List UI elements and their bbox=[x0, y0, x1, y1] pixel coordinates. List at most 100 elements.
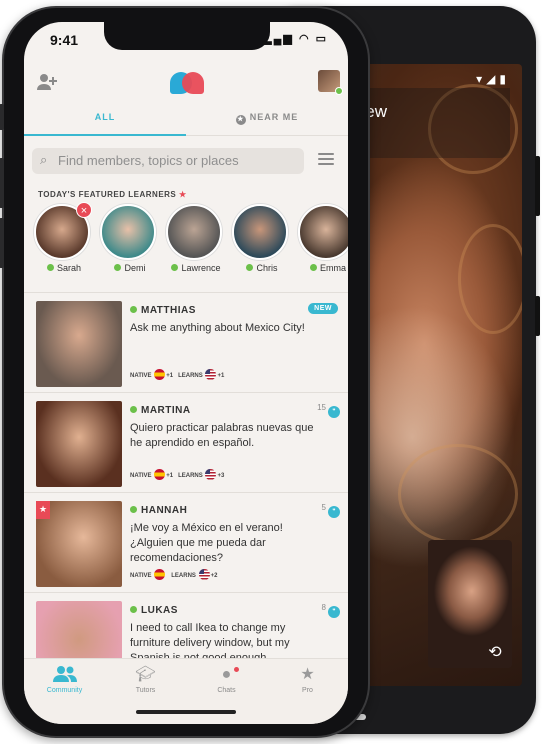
member-name: LUKAS bbox=[141, 605, 178, 616]
featured-title-text: TODAY'S FEATURED LEARNERS bbox=[38, 190, 177, 199]
switch-camera-icon[interactable]: ⟲ bbox=[484, 644, 506, 662]
graduation-cap-icon: 🎓︎ bbox=[135, 666, 156, 683]
app-logo bbox=[170, 70, 204, 96]
featured-learners-title: TODAY'S FEATURED LEARNERS ★ bbox=[38, 190, 187, 199]
learner-name: Chris bbox=[256, 263, 278, 273]
member-message: Ask me anything about Mexico City! bbox=[130, 322, 305, 334]
avatar[interactable] bbox=[166, 204, 222, 260]
community-icon bbox=[24, 665, 105, 685]
home-indicator[interactable] bbox=[136, 710, 236, 714]
comment-bubble-icon: ❞ bbox=[328, 406, 340, 418]
featured-learner[interactable]: Demi bbox=[100, 204, 160, 273]
member-message: Quiero practicar palabras nuevas que he … bbox=[130, 422, 314, 449]
android-volume-button bbox=[535, 156, 540, 216]
native-extra: +1 bbox=[166, 373, 174, 379]
new-badge: NEW bbox=[308, 303, 338, 314]
notch bbox=[104, 22, 270, 50]
tab-near-me[interactable]: ★ NEAR ME bbox=[186, 106, 348, 136]
iphone-frame: 9:41 ▂▄▆ ◠ ▭ ALL ★ NEAR ME ⌕ Find members… bbox=[0, 6, 370, 738]
learner-name: Lawrence bbox=[181, 263, 221, 273]
avatar[interactable] bbox=[232, 204, 288, 260]
learner-name: Demi bbox=[124, 263, 146, 273]
remove-icon[interactable]: × bbox=[76, 202, 92, 218]
volume-up-button bbox=[0, 158, 4, 208]
member-name: HANNAH bbox=[141, 505, 188, 516]
avatar[interactable] bbox=[298, 204, 348, 260]
comment-bubble-icon: ❞ bbox=[328, 606, 340, 618]
tab-label: Community bbox=[46, 687, 83, 694]
learns-extra: +3 bbox=[217, 473, 225, 479]
learns-extra: +2 bbox=[210, 573, 218, 579]
tab-near-me-label: NEAR ME bbox=[249, 112, 299, 122]
top-bar bbox=[24, 66, 348, 106]
member-photo[interactable] bbox=[36, 401, 122, 487]
add-user-icon[interactable] bbox=[36, 72, 58, 94]
tab-chats[interactable]: ● Chats bbox=[186, 665, 267, 694]
status-icons: ▂▄▆ ◠ ▭ bbox=[263, 33, 328, 45]
member-name: MARTINA bbox=[141, 405, 191, 416]
featured-learner[interactable]: Chris bbox=[232, 204, 292, 273]
comment-count[interactable]: 15 ❞ bbox=[317, 403, 340, 418]
list-item[interactable]: ★ HANNAH 5 ❞ ¡Me voy a México en el veran… bbox=[24, 492, 348, 592]
comment-count[interactable]: 8 ❞ bbox=[322, 603, 340, 618]
star-icon: ★ bbox=[300, 666, 315, 683]
learns-label: LEARNS bbox=[171, 573, 196, 579]
unread-dot bbox=[234, 667, 239, 672]
status-time: 9:41 bbox=[50, 32, 79, 48]
language-info: NATIVE +1 LEARNS +1 bbox=[130, 369, 224, 380]
search-input[interactable]: Find members, topics or places bbox=[58, 153, 239, 168]
comment-count[interactable]: 5 ❞ bbox=[322, 503, 340, 518]
language-info: NATIVE LEARNS +2 bbox=[130, 569, 217, 580]
native-label: NATIVE bbox=[130, 473, 152, 479]
tab-community[interactable]: Community bbox=[24, 665, 105, 694]
app-showcase: ge is the New ▾◢▮ ⟲ 9:41 ▂▄▆ ◠ ▭ bbox=[0, 0, 542, 744]
comment-count-value: 5 bbox=[321, 503, 326, 512]
member-photo[interactable] bbox=[36, 301, 122, 387]
list-item[interactable]: MARTINA 15 ❞ Quiero practicar palabras nu… bbox=[24, 392, 348, 492]
feed-tabs: ALL ★ NEAR ME bbox=[24, 106, 348, 136]
filter-icon[interactable] bbox=[318, 153, 334, 167]
learns-label: LEARNS bbox=[178, 373, 203, 379]
profile-avatar[interactable] bbox=[318, 70, 343, 95]
native-extra: +1 bbox=[166, 473, 174, 479]
learner-name: Sarah bbox=[56, 263, 82, 273]
avatar[interactable] bbox=[100, 204, 156, 260]
member-message: ¡Me voy a México en el verano! ¿Alguien … bbox=[130, 522, 283, 564]
search-icon: ⌕ bbox=[40, 152, 48, 167]
spain-flag-icon bbox=[154, 569, 166, 580]
comment-count-value: 8 bbox=[321, 603, 326, 612]
language-info: NATIVE +1 LEARNS +3 bbox=[130, 469, 224, 480]
search-bar[interactable]: ⌕ Find members, topics or places bbox=[32, 148, 304, 174]
star-icon: ★ bbox=[179, 190, 187, 199]
comment-count-value: 15 bbox=[317, 403, 326, 412]
tab-label: Chats bbox=[217, 687, 236, 694]
android-status-icons: ▾◢▮ bbox=[476, 72, 510, 86]
learner-name: Emma bbox=[319, 263, 346, 273]
bottom-tab-bar: Community 🎓︎ Tutors ● Chats ★ Pro bbox=[24, 658, 348, 724]
tab-pro[interactable]: ★ Pro bbox=[267, 665, 348, 694]
self-view-video[interactable]: ⟲ bbox=[428, 540, 512, 668]
android-nav-bar bbox=[350, 714, 450, 720]
chat-bubble-icon: ● bbox=[221, 666, 232, 683]
mute-switch bbox=[0, 104, 4, 130]
us-flag-icon bbox=[205, 469, 217, 480]
tab-tutors[interactable]: 🎓︎ Tutors bbox=[105, 665, 186, 694]
comment-bubble-icon: ❞ bbox=[328, 506, 340, 518]
volume-down-button bbox=[0, 218, 4, 268]
location-pin-icon: ★ bbox=[235, 115, 246, 125]
tab-label: Pro bbox=[302, 687, 313, 694]
favorite-star-icon[interactable]: ★ bbox=[36, 501, 50, 519]
featured-learner[interactable]: × Sarah bbox=[34, 202, 94, 273]
native-label: NATIVE bbox=[130, 373, 152, 379]
community-screen: 9:41 ▂▄▆ ◠ ▭ ALL ★ NEAR ME ⌕ Find members… bbox=[24, 22, 348, 724]
native-label: NATIVE bbox=[130, 573, 152, 579]
android-power-button bbox=[535, 296, 540, 336]
list-item[interactable]: MATTHIAS NEW Ask me anything about Mexic… bbox=[24, 292, 348, 392]
featured-learners-row: × Sarah Demi Lawrence Chris Emma bbox=[34, 202, 348, 280]
featured-learner[interactable]: Lawrence bbox=[166, 204, 226, 273]
featured-learner[interactable]: Emma bbox=[298, 204, 348, 273]
us-flag-icon bbox=[205, 369, 217, 380]
tab-all[interactable]: ALL bbox=[24, 106, 186, 136]
member-name: MATTHIAS bbox=[141, 305, 196, 316]
us-flag-icon bbox=[198, 569, 210, 580]
